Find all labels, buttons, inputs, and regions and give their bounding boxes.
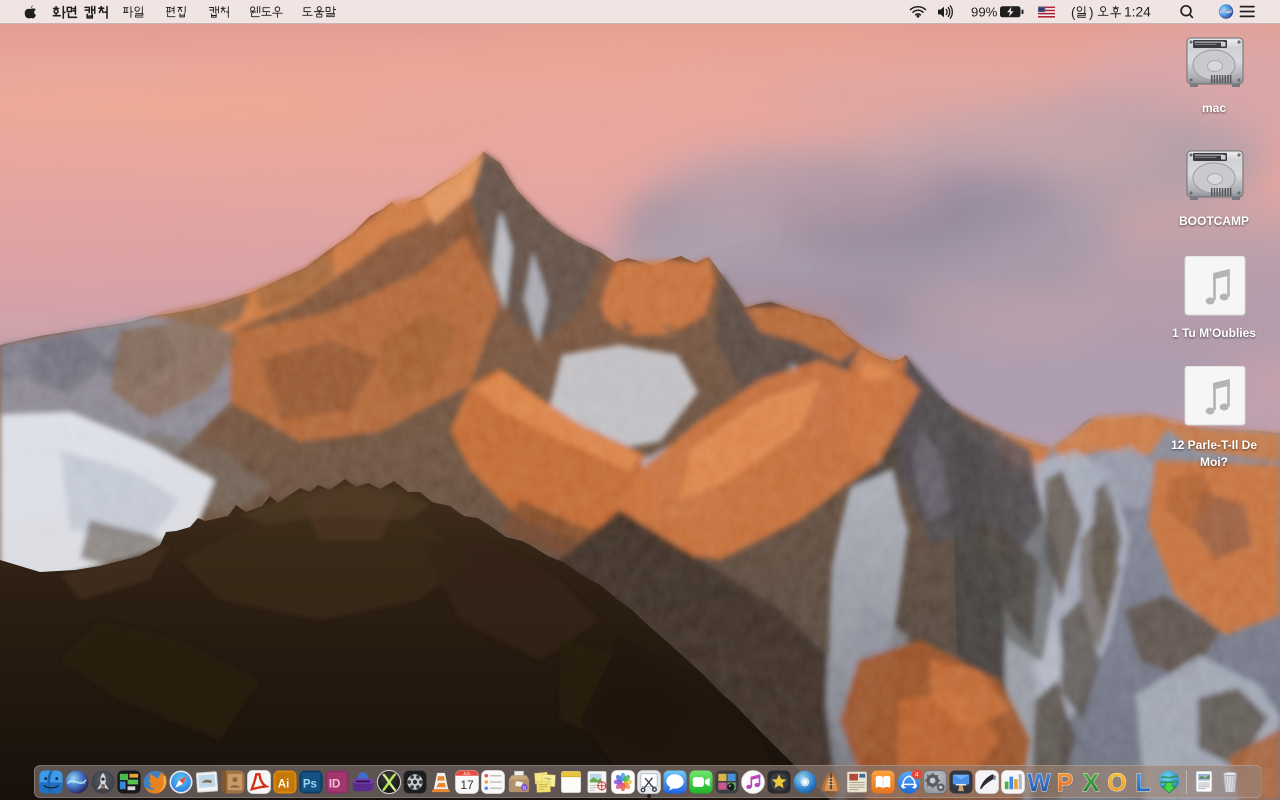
svg-text:O: O	[1107, 769, 1126, 795]
svg-text:Plan: Plan	[544, 776, 551, 780]
svg-text:ID: ID	[329, 778, 341, 790]
svg-text:P: P	[1057, 769, 1074, 795]
svg-text:W: W	[1027, 769, 1051, 795]
svg-text:L: L	[1135, 769, 1150, 795]
svg-text:): )	[1089, 5, 1094, 20]
svg-text:(: (	[1071, 5, 1076, 20]
svg-text:99%: 99%	[971, 5, 998, 20]
svg-text:1:24: 1:24	[1124, 5, 1151, 20]
svg-text:17: 17	[460, 778, 474, 792]
svg-text:JUL: JUL	[463, 770, 471, 775]
svg-text:X: X	[1083, 769, 1100, 795]
svg-text:4: 4	[915, 771, 919, 778]
svg-text:Ai: Ai	[278, 778, 290, 790]
svg-text:Ps: Ps	[303, 778, 317, 790]
